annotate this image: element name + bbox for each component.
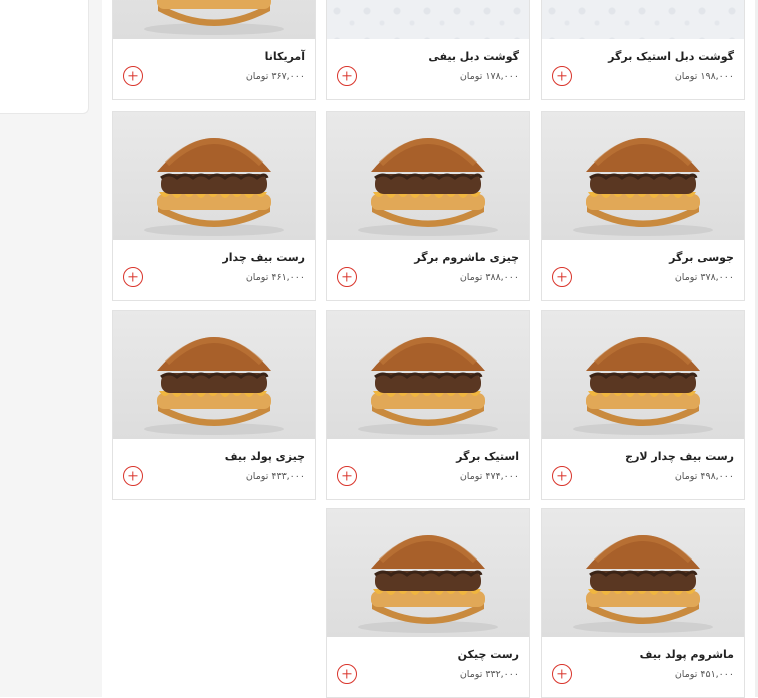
product-card[interactable]: چیزی ماشروم برگر ۳۸۸,۰۰۰ تومان <box>326 111 530 301</box>
product-card[interactable]: استیک برگر ۴۷۴,۰۰۰ تومان <box>326 310 530 500</box>
product-price: ۴۷۴,۰۰۰ تومان <box>459 471 519 482</box>
add-to-cart-button[interactable] <box>552 66 572 86</box>
product-price: ۴۹۸,۰۰۰ تومان <box>674 471 734 482</box>
product-name: رست بیف چدار <box>222 251 305 264</box>
product-price: ۳۷۸,۰۰۰ تومان <box>674 272 734 283</box>
add-to-cart-button[interactable] <box>552 466 572 486</box>
product-price: ۳۶۷,۰۰۰ تومان <box>245 71 305 82</box>
sidebar-card <box>0 0 89 114</box>
product-name: ماشروم پولد بیف <box>639 648 734 661</box>
product-card[interactable]: گوشت دبل بیفی ۱۷۸,۰۰۰ تومان <box>326 0 530 100</box>
product-name: چیزی ماشروم برگر <box>414 251 519 264</box>
product-image[interactable] <box>113 311 315 439</box>
add-to-cart-button[interactable] <box>123 66 143 86</box>
add-to-cart-button[interactable] <box>337 267 357 287</box>
add-to-cart-button[interactable] <box>123 267 143 287</box>
product-price: ۴۵۱,۰۰۰ تومان <box>674 669 734 680</box>
product-price: ۴۶۱,۰۰۰ تومان <box>245 272 305 283</box>
product-image[interactable] <box>327 0 529 39</box>
product-price: ۳۳۲,۰۰۰ تومان <box>459 669 519 680</box>
product-card[interactable]: گوشت دبل استیک برگر ۱۹۸,۰۰۰ تومان <box>541 0 745 100</box>
product-card[interactable]: رست بیف چدار لارج ۴۹۸,۰۰۰ تومان <box>541 310 745 500</box>
product-name: گوشت دبل استیک برگر <box>608 50 734 63</box>
product-image[interactable] <box>542 0 744 39</box>
product-image[interactable] <box>542 509 744 637</box>
left-sidebar <box>0 0 102 697</box>
product-image[interactable] <box>327 509 529 637</box>
add-to-cart-button[interactable] <box>337 664 357 684</box>
product-image[interactable] <box>542 311 744 439</box>
product-card[interactable]: ماشروم پولد بیف ۴۵۱,۰۰۰ تومان <box>541 508 745 698</box>
add-to-cart-button[interactable] <box>337 466 357 486</box>
product-price: ۳۸۸,۰۰۰ تومان <box>459 272 519 283</box>
product-price: ۱۹۸,۰۰۰ تومان <box>674 71 734 82</box>
product-name: آمریکانا <box>264 50 305 63</box>
product-card[interactable]: رست بیف چدار ۴۶۱,۰۰۰ تومان <box>112 111 316 301</box>
product-name: رست بیف چدار لارج <box>625 450 734 463</box>
add-to-cart-button[interactable] <box>552 267 572 287</box>
product-image[interactable] <box>113 112 315 240</box>
product-name: جوسی برگر <box>669 251 734 264</box>
product-image[interactable] <box>113 0 315 39</box>
add-to-cart-button[interactable] <box>123 466 143 486</box>
product-image[interactable] <box>542 112 744 240</box>
add-to-cart-button[interactable] <box>337 66 357 86</box>
product-price: ۴۳۳,۰۰۰ تومان <box>245 471 305 482</box>
product-name: استیک برگر <box>456 450 519 463</box>
product-image[interactable] <box>327 112 529 240</box>
product-price: ۱۷۸,۰۰۰ تومان <box>459 71 519 82</box>
product-name: چیزی پولد بیف <box>224 450 305 463</box>
product-name: رست چیکن <box>457 648 519 661</box>
product-card[interactable]: آمریکانا ۳۶۷,۰۰۰ تومان <box>112 0 316 100</box>
product-card[interactable]: چیزی پولد بیف ۴۳۳,۰۰۰ تومان <box>112 310 316 500</box>
product-card[interactable]: رست چیکن ۳۳۲,۰۰۰ تومان <box>326 508 530 698</box>
add-to-cart-button[interactable] <box>552 664 572 684</box>
product-name: گوشت دبل بیفی <box>428 50 519 63</box>
product-image[interactable] <box>327 311 529 439</box>
product-card[interactable]: جوسی برگر ۳۷۸,۰۰۰ تومان <box>541 111 745 301</box>
